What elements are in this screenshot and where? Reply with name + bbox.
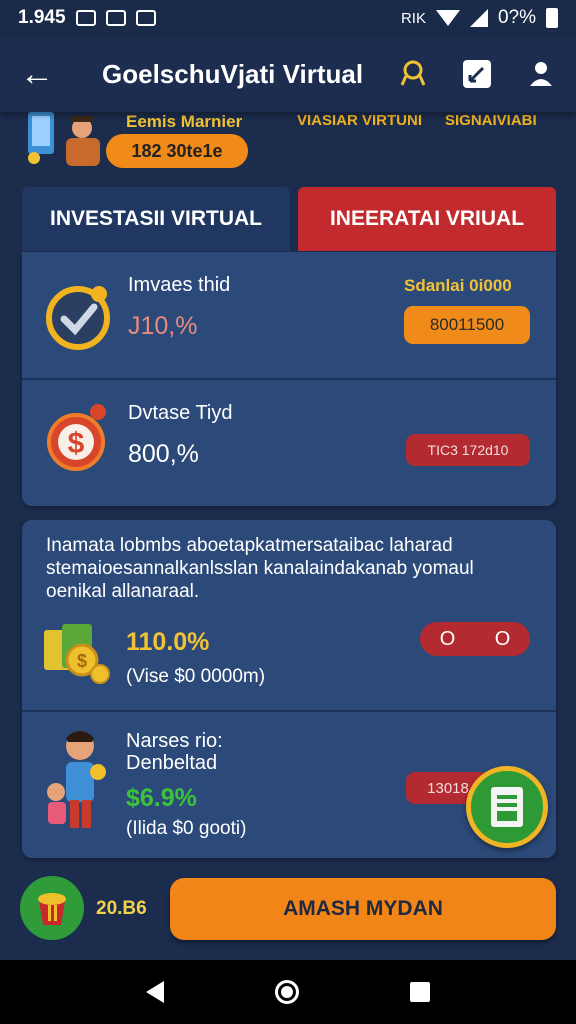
back-arrow-icon[interactable]: ← xyxy=(20,55,60,94)
svg-text:$: $ xyxy=(68,427,85,460)
status-bar: 1.945 RIK 0?% xyxy=(0,0,576,36)
investment-label: Sdanlai 0i000 xyxy=(404,276,512,295)
investment-title: Dvtase Tiyd xyxy=(128,402,233,424)
dollar-circle-icon: $ xyxy=(44,402,112,472)
toggle-option[interactable]: O xyxy=(495,628,511,651)
tab-investasi-virtual[interactable]: INVESTASII VIRTUAL xyxy=(22,187,290,251)
description-text: Inamata lobmbs aboetapkatmersataibac lah… xyxy=(46,535,474,602)
investment-card: Imvaes thid J10,% Sdanlai 0i000 80011500… xyxy=(22,252,556,506)
notification-icon xyxy=(105,10,126,26)
balance-badge: 182 30te1e xyxy=(106,134,248,168)
notification-icon xyxy=(75,10,96,26)
gold-coins-icon: $ xyxy=(42,616,112,686)
investment-badge[interactable]: TIC3 172d10 xyxy=(406,434,530,466)
family-icon xyxy=(36,728,128,838)
bottom-value: 20.B6 xyxy=(96,898,147,919)
document-icon xyxy=(491,787,523,827)
investment-title: Imvaes thid xyxy=(128,274,231,296)
shop-icon[interactable] xyxy=(20,876,84,940)
wifi-icon xyxy=(435,10,460,26)
app-bar: ← GoelschuVjati Virtual xyxy=(0,36,576,112)
nav-recents-icon[interactable] xyxy=(410,982,431,1002)
system-nav-bar xyxy=(0,960,576,1024)
avatar[interactable] xyxy=(24,112,110,166)
message-icon xyxy=(135,10,156,26)
award-icon[interactable] xyxy=(398,59,428,89)
page-title: GoelschuVjati Virtual xyxy=(102,58,364,89)
family-subtitle: Denbeltad xyxy=(126,752,218,774)
cta-button[interactable]: AMASH MYDAN xyxy=(170,878,556,940)
family-title: Narses rio: xyxy=(126,730,223,752)
toggle-option[interactable]: O xyxy=(440,628,456,651)
signal-link[interactable]: SIGNAIVIABI xyxy=(445,112,537,129)
investment-rate: J10,% xyxy=(128,312,198,340)
profile-name: Eemis Marnier xyxy=(126,112,243,131)
family-rate: $6.9% xyxy=(126,784,197,812)
battery-icon xyxy=(546,8,558,28)
virtual-link[interactable]: VIASIAR VIRTUNI xyxy=(297,112,422,129)
investment-badge[interactable]: 80011500 xyxy=(404,306,530,344)
svg-text:$: $ xyxy=(77,651,87,671)
savings-toggle[interactable]: O O xyxy=(420,622,530,656)
profile-strip: Eemis Marnier 182 30te1e VIASIAR VIRTUNI… xyxy=(0,112,576,174)
divider xyxy=(22,710,556,712)
investment-rate: 800,% xyxy=(128,440,199,468)
savings-sub: (Vise $0 0000m) xyxy=(126,666,266,687)
nav-home-icon[interactable] xyxy=(274,980,299,1004)
signal-icon xyxy=(469,9,488,27)
profile-icon[interactable] xyxy=(526,59,556,89)
savings-rate: 110.0% xyxy=(126,628,210,656)
check-circle-icon xyxy=(44,282,112,350)
divider xyxy=(22,378,556,380)
status-time: 1.945 xyxy=(18,7,66,28)
battery-percent: 0?% xyxy=(497,7,536,28)
nav-back-icon[interactable] xyxy=(145,981,164,1003)
floating-action-button[interactable] xyxy=(466,766,548,848)
status-extra: RIK xyxy=(400,9,426,27)
tab-ineeratai-vriual[interactable]: INEERATAI VRIUAL xyxy=(298,187,556,251)
family-sub: (Ilida $0 gooti) xyxy=(126,818,247,839)
edit-icon[interactable] xyxy=(462,59,492,89)
